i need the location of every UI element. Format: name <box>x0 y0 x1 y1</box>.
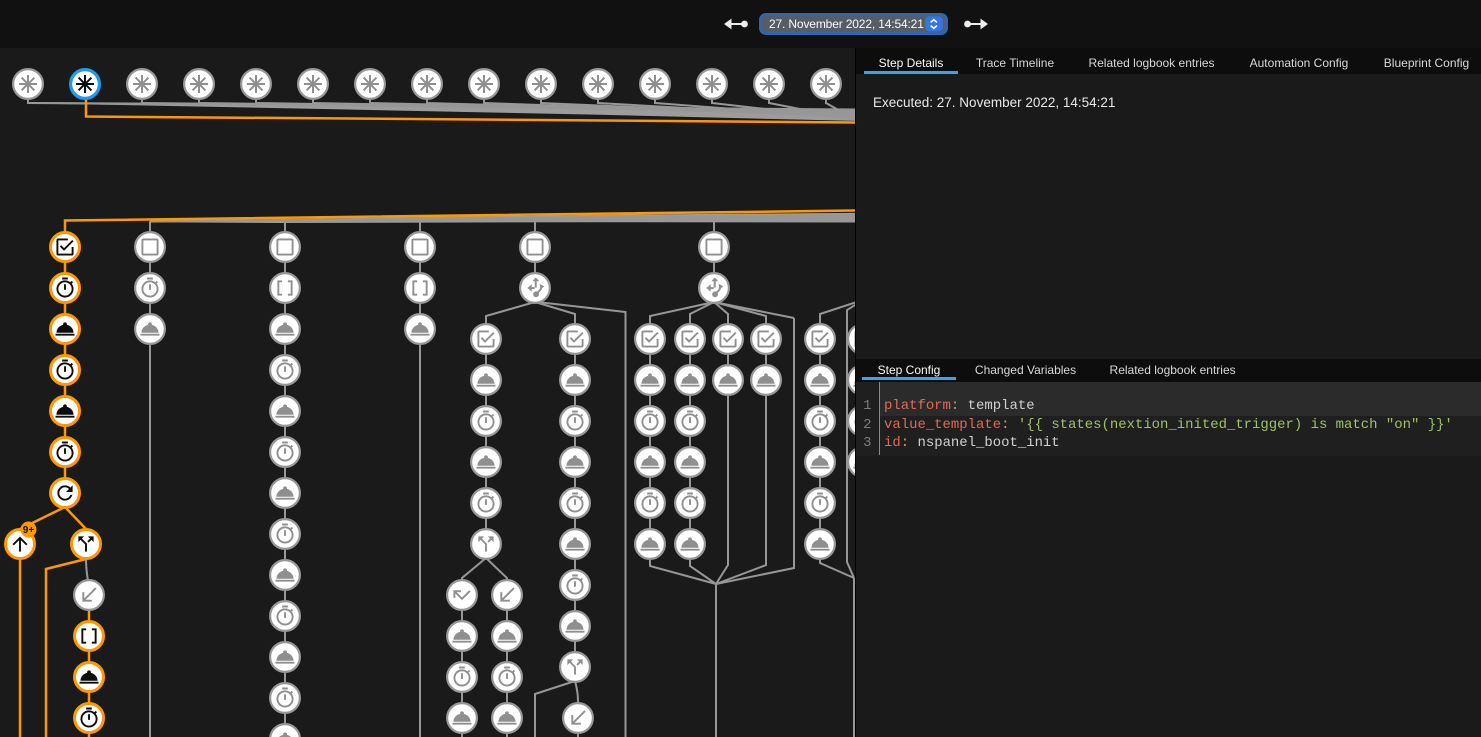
svg-text:9+: 9+ <box>23 525 35 536</box>
